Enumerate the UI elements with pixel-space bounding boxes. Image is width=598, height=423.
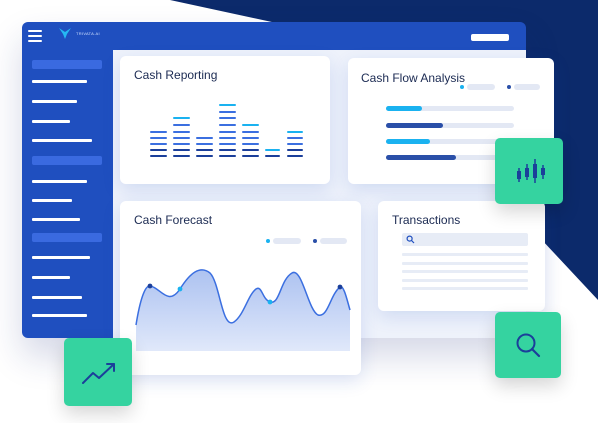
bar-segment bbox=[173, 137, 190, 139]
transaction-row[interactable] bbox=[402, 270, 528, 273]
bar-segment bbox=[150, 131, 167, 133]
bar-segment bbox=[287, 131, 303, 133]
transactions-search-input[interactable] bbox=[402, 233, 528, 246]
bar-segment bbox=[242, 149, 259, 151]
bar-segment bbox=[196, 137, 213, 139]
bar-segment bbox=[219, 111, 236, 113]
bar-segment bbox=[242, 124, 259, 126]
bar-segment bbox=[150, 155, 167, 157]
bar-segment bbox=[265, 155, 280, 157]
transaction-row[interactable] bbox=[402, 279, 528, 282]
cash-flow-bar bbox=[386, 155, 456, 160]
bar-segment bbox=[242, 143, 259, 145]
trovata-logo-icon bbox=[59, 28, 71, 39]
bar-segment bbox=[150, 149, 167, 151]
menu-icon[interactable] bbox=[28, 30, 42, 45]
legend-label bbox=[273, 238, 301, 244]
bar-segment bbox=[150, 137, 167, 139]
cash-flow-analysis-title: Cash Flow Analysis bbox=[361, 71, 466, 85]
bar-segment bbox=[219, 149, 236, 151]
logo: TRIVATA.AI bbox=[58, 26, 100, 40]
forecast-point bbox=[147, 283, 153, 289]
logo-text: TRIVATA.AI bbox=[76, 30, 100, 36]
bar-segment bbox=[287, 149, 303, 151]
bar-segment bbox=[219, 117, 236, 119]
bar-segment bbox=[196, 143, 213, 145]
bar-segment bbox=[287, 155, 303, 157]
transaction-row[interactable] bbox=[402, 287, 528, 290]
trend-button[interactable] bbox=[64, 338, 132, 406]
legend-label bbox=[320, 238, 347, 244]
search-icon bbox=[406, 235, 415, 244]
legend-dot bbox=[266, 239, 270, 243]
sidebar-item[interactable] bbox=[32, 120, 70, 123]
sidebar-item[interactable] bbox=[32, 256, 90, 259]
bar-segment bbox=[242, 155, 259, 157]
cash-reporting-title: Cash Reporting bbox=[134, 68, 218, 82]
sidebar-item[interactable] bbox=[32, 180, 87, 183]
forecast-point bbox=[267, 299, 273, 305]
legend-label bbox=[467, 84, 495, 90]
bar-segment bbox=[219, 137, 236, 139]
sidebar-section-header bbox=[32, 156, 102, 165]
transactions-title: Transactions bbox=[392, 213, 461, 227]
bar-segment bbox=[219, 104, 236, 106]
bar-segment bbox=[150, 143, 167, 145]
bar-segment bbox=[196, 155, 213, 157]
sidebar-item[interactable] bbox=[32, 276, 70, 279]
bar-segment bbox=[242, 137, 259, 139]
legend-dot bbox=[313, 239, 317, 243]
cash-flow-bar bbox=[386, 106, 422, 111]
legend-label bbox=[514, 84, 540, 90]
cash-flow-bar bbox=[386, 123, 443, 128]
bar-segment bbox=[287, 137, 303, 139]
bar-segment bbox=[173, 131, 190, 133]
cash-flow-bar bbox=[386, 139, 430, 144]
account-button[interactable] bbox=[471, 34, 509, 41]
forecast-point bbox=[337, 284, 343, 290]
sidebar-item[interactable] bbox=[32, 296, 82, 299]
cash-forecast-title: Cash Forecast bbox=[134, 213, 213, 227]
bar-segment bbox=[196, 149, 213, 151]
sidebar-section-header bbox=[32, 60, 102, 69]
transaction-row[interactable] bbox=[402, 262, 528, 265]
sidebar-item[interactable] bbox=[32, 100, 77, 103]
bar-segment bbox=[265, 149, 280, 151]
search-button[interactable] bbox=[495, 312, 561, 378]
bar-segment bbox=[173, 143, 190, 145]
bar-segment bbox=[173, 117, 190, 119]
candlestick-chart-icon bbox=[517, 159, 545, 183]
bar-segment bbox=[287, 143, 303, 145]
chart-analysis-button[interactable] bbox=[495, 138, 563, 204]
bar-segment bbox=[219, 131, 236, 133]
bar-segment bbox=[219, 155, 236, 157]
legend-dot bbox=[507, 85, 511, 89]
bar-segment bbox=[173, 149, 190, 151]
bar-segment bbox=[242, 131, 259, 133]
transaction-row[interactable] bbox=[402, 253, 528, 256]
sidebar-item[interactable] bbox=[32, 139, 92, 142]
search-icon bbox=[516, 333, 541, 358]
sidebar-item[interactable] bbox=[32, 314, 87, 317]
sidebar-item[interactable] bbox=[32, 218, 80, 221]
legend-dot bbox=[460, 85, 464, 89]
trending-up-icon bbox=[82, 363, 115, 384]
sidebar-item[interactable] bbox=[32, 199, 72, 202]
bar-segment bbox=[219, 124, 236, 126]
cash-forecast-chart bbox=[135, 269, 351, 351]
bar-segment bbox=[173, 124, 190, 126]
bar-segment bbox=[219, 143, 236, 145]
bar-segment bbox=[173, 155, 190, 157]
forecast-point bbox=[177, 286, 183, 292]
sidebar-item[interactable] bbox=[32, 80, 87, 83]
sidebar-section-header bbox=[32, 233, 102, 242]
